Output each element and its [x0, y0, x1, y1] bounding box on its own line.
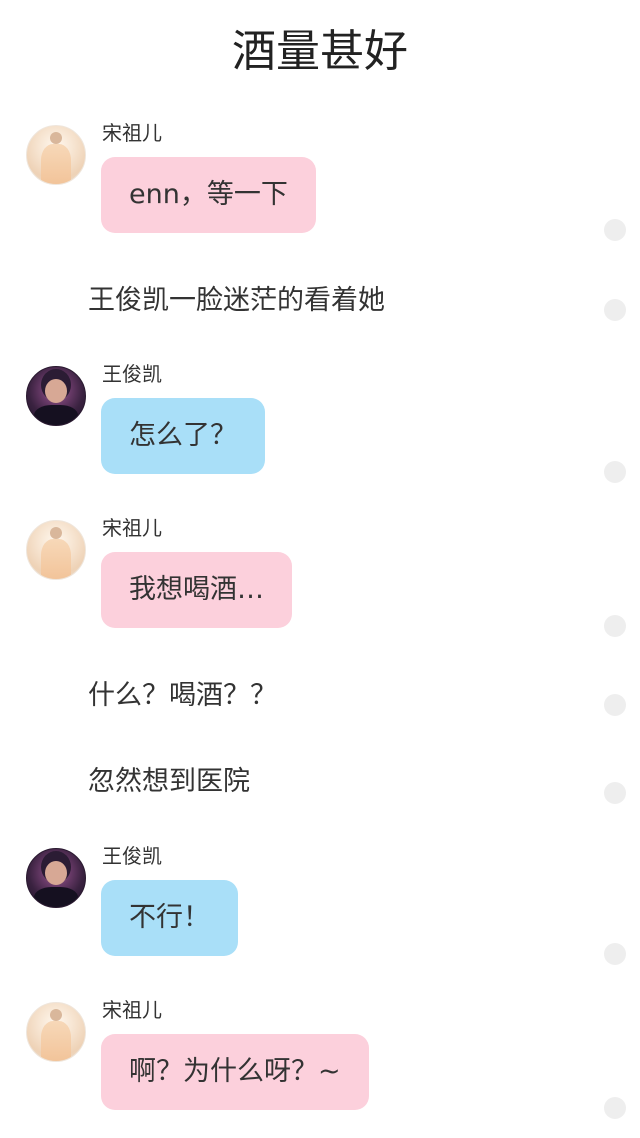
female-avatar-icon[interactable]: [26, 520, 86, 580]
message-side-dot[interactable]: [604, 299, 626, 321]
message-side-dot[interactable]: [604, 943, 626, 965]
message-side-dot[interactable]: [604, 782, 626, 804]
male-avatar-icon[interactable]: [26, 366, 86, 426]
message-side-dot[interactable]: [604, 461, 626, 483]
female-avatar-icon[interactable]: [26, 125, 86, 185]
narration-text: 忽然想到医院: [88, 766, 250, 797]
speaker-name: 宋祖儿: [102, 516, 162, 540]
speaker-name: 王俊凯: [102, 362, 162, 386]
speaker-name: 宋祖儿: [102, 998, 162, 1022]
chat-bubble[interactable]: 我想喝酒…: [101, 552, 292, 628]
female-avatar-icon[interactable]: [26, 1002, 86, 1062]
message-side-dot[interactable]: [604, 1097, 626, 1119]
chat-bubble[interactable]: 啊？为什么呀？~: [101, 1034, 369, 1110]
speaker-name: 王俊凯: [102, 844, 162, 868]
chat-bubble[interactable]: 怎么了？: [101, 398, 265, 474]
page-title: 酒量甚好: [232, 26, 408, 77]
chat-bubble[interactable]: enn，等一下: [101, 157, 316, 233]
narration-text: 什么？喝酒？？: [88, 680, 277, 711]
chat-bubble[interactable]: 不行！: [101, 880, 238, 956]
male-avatar-icon[interactable]: [26, 848, 86, 908]
message-side-dot[interactable]: [604, 694, 626, 716]
message-side-dot[interactable]: [604, 219, 626, 241]
narration-text: 王俊凯一脸迷茫的看着她: [88, 285, 385, 316]
speaker-name: 宋祖儿: [102, 121, 162, 145]
message-side-dot[interactable]: [604, 615, 626, 637]
